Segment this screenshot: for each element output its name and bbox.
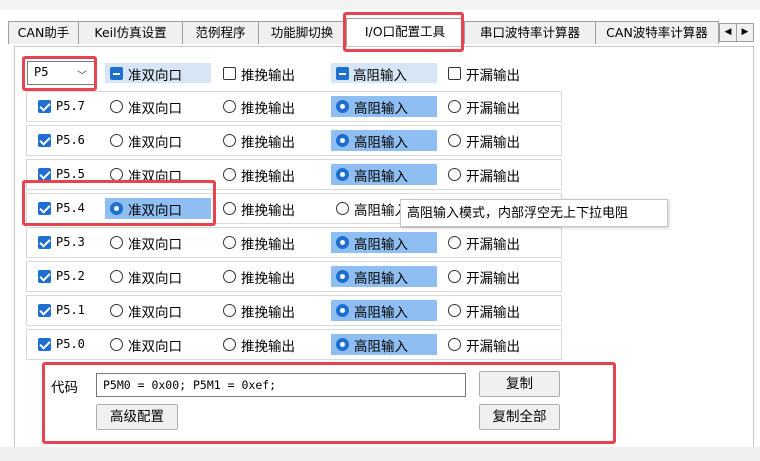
- tab-uart-baud[interactable]: 串口波特率计算器: [464, 21, 596, 44]
- header-quasi-label: 准双向口: [128, 68, 182, 84]
- mode-radio[interactable]: [448, 168, 461, 181]
- tab-scroll-right-icon[interactable]: ▶: [736, 23, 754, 42]
- mode-label: 高阻输入: [354, 135, 408, 151]
- mode-label: 推挽输出: [241, 237, 295, 253]
- mode-label: 准双向口: [128, 135, 182, 151]
- tab-scroll-left-icon[interactable]: ◀: [719, 23, 737, 42]
- mode-radio[interactable]: [336, 134, 349, 147]
- mode-radio[interactable]: [336, 236, 349, 249]
- mode-label: 推挽输出: [241, 203, 295, 219]
- mode-radio[interactable]: [336, 338, 349, 351]
- pin-enable-checkbox[interactable]: [38, 270, 51, 283]
- tab-can-baud[interactable]: CAN波特率计算器: [595, 21, 719, 44]
- header-highz-checkbox[interactable]: [336, 67, 349, 80]
- mode-radio[interactable]: [336, 304, 349, 317]
- pin-enable-checkbox[interactable]: [38, 236, 51, 249]
- annotation-box-code: [42, 362, 616, 444]
- mode-label: 开漏输出: [466, 271, 520, 287]
- tab-examples[interactable]: 范例程序: [182, 21, 259, 44]
- mode-label: 准双向口: [128, 305, 182, 321]
- mode-radio[interactable]: [110, 134, 123, 147]
- mode-radio[interactable]: [448, 338, 461, 351]
- mode-label: 高阻输入: [354, 237, 408, 253]
- mode-label: 高阻输入: [354, 169, 408, 185]
- pin-enable-checkbox[interactable]: [38, 100, 51, 113]
- mode-radio[interactable]: [223, 236, 236, 249]
- pin-label: P5.7: [56, 99, 85, 113]
- pin-label: P5.3: [56, 235, 85, 249]
- pin-enable-checkbox[interactable]: [38, 134, 51, 147]
- mode-label: 准双向口: [128, 101, 182, 117]
- mode-radio[interactable]: [448, 236, 461, 249]
- mode-radio[interactable]: [223, 168, 236, 181]
- mode-label: 推挽输出: [241, 135, 295, 151]
- mode-radio[interactable]: [223, 270, 236, 283]
- header-pushpull-label: 推挽输出: [241, 68, 295, 84]
- mode-radio[interactable]: [110, 304, 123, 317]
- pin-enable-checkbox[interactable]: [38, 338, 51, 351]
- header-highz-label: 高阻输入: [353, 68, 407, 84]
- mode-radio[interactable]: [336, 168, 349, 181]
- mode-label: 开漏输出: [466, 237, 520, 253]
- mode-radio[interactable]: [448, 270, 461, 283]
- mode-label: 开漏输出: [466, 305, 520, 321]
- mode-radio[interactable]: [110, 270, 123, 283]
- mode-label: 高阻输入: [354, 339, 408, 355]
- mode-label: 准双向口: [128, 237, 182, 253]
- mode-label: 推挽输出: [241, 271, 295, 287]
- mode-label: 开漏输出: [466, 169, 520, 185]
- mode-label: 推挽输出: [241, 305, 295, 321]
- header-opendrain-label: 开漏输出: [466, 68, 520, 84]
- tab-pin-switch[interactable]: 功能脚切换: [258, 21, 346, 44]
- mode-label: 推挽输出: [241, 169, 295, 185]
- annotation-box-tab: [343, 12, 464, 52]
- mode-radio[interactable]: [223, 338, 236, 351]
- mode-radio[interactable]: [110, 236, 123, 249]
- window-top-strip: [0, 0, 760, 10]
- mode-label: 开漏输出: [466, 135, 520, 151]
- mode-radio[interactable]: [448, 100, 461, 113]
- header-pushpull-checkbox[interactable]: [223, 67, 236, 80]
- mode-radio[interactable]: [448, 304, 461, 317]
- pin-label: P5.1: [56, 303, 85, 317]
- pin-label: P5.6: [56, 133, 85, 147]
- pin-label: P5.5: [56, 167, 85, 181]
- mode-radio[interactable]: [223, 304, 236, 317]
- mode-label: 高阻输入: [354, 305, 408, 321]
- tab-keil-sim[interactable]: Keil仿真设置: [78, 21, 183, 44]
- mode-label: 开漏输出: [466, 101, 520, 117]
- annotation-box-p54: [22, 180, 216, 226]
- mode-radio[interactable]: [448, 134, 461, 147]
- pin-enable-checkbox[interactable]: [38, 304, 51, 317]
- mode-radio[interactable]: [336, 202, 349, 215]
- annotation-box-select: [22, 56, 97, 91]
- mode-tooltip: 高阻输入模式，内部浮空无上下拉电阻: [400, 199, 668, 227]
- mode-radio[interactable]: [110, 100, 123, 113]
- header-quasi-checkbox[interactable]: [110, 67, 123, 80]
- pin-label: P5.0: [56, 337, 85, 351]
- mode-label: 推挽输出: [241, 101, 295, 117]
- pin-label: P5.2: [56, 269, 85, 283]
- mode-radio[interactable]: [336, 270, 349, 283]
- mode-radio[interactable]: [223, 134, 236, 147]
- mode-label: 准双向口: [128, 339, 182, 355]
- mode-label: 准双向口: [128, 271, 182, 287]
- mode-label: 高阻输入: [354, 101, 408, 117]
- header-opendrain-checkbox[interactable]: [448, 67, 461, 80]
- mode-label: 开漏输出: [466, 339, 520, 355]
- mode-radio[interactable]: [336, 100, 349, 113]
- mode-label: 推挽输出: [241, 339, 295, 355]
- mode-radio[interactable]: [110, 338, 123, 351]
- window-bottom-strip: [0, 447, 760, 461]
- mode-radio[interactable]: [223, 100, 236, 113]
- mode-label: 高阻输入: [354, 271, 408, 287]
- mode-radio[interactable]: [223, 202, 236, 215]
- tab-can-helper[interactable]: CAN助手: [8, 21, 79, 44]
